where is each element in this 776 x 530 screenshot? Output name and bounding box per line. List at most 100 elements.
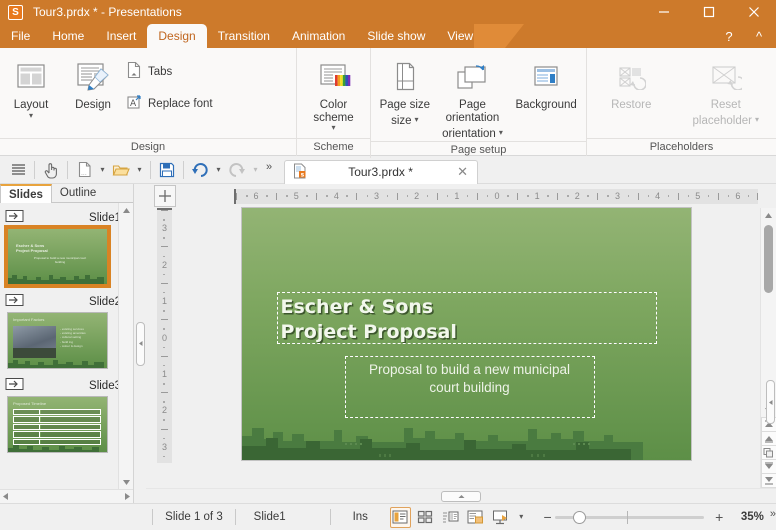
color-scheme-caret-icon[interactable]: ▾ <box>331 124 335 132</box>
notes-view-button[interactable] <box>465 507 486 528</box>
subtitle-placeholder[interactable]: Proposal to build a new municipal court … <box>344 356 595 418</box>
save-icon[interactable] <box>155 158 179 182</box>
slide-thumbnail[interactable]: Proposed Timeline <box>7 396 108 453</box>
slideshow-options-caret-icon[interactable]: ▾ <box>515 507 528 528</box>
slide-panel-hscrollbar[interactable] <box>0 489 133 503</box>
tab-design[interactable]: Design <box>147 24 207 48</box>
editor-vertical-scrollbar[interactable] <box>760 208 776 488</box>
redo-icon[interactable] <box>225 158 249 182</box>
tab-insert[interactable]: Insert <box>95 24 147 48</box>
undo-caret-icon[interactable]: ▾ <box>212 158 225 182</box>
scroll-down-icon[interactable] <box>119 475 134 489</box>
document-tab-label: Tour3.prdx * <box>348 165 413 179</box>
start-slideshow-button[interactable] <box>490 507 511 528</box>
scroll-right-icon[interactable] <box>124 492 131 501</box>
new-document-caret-icon[interactable]: ▾ <box>96 158 109 182</box>
list-item[interactable]: Slide2 Important Factors - existing serv… <box>0 293 133 377</box>
status-overflow-button[interactable]: » <box>770 508 776 520</box>
slide-thumbnail[interactable]: Important Factors - existing services - e… <box>7 312 108 369</box>
color-scheme-icon <box>316 58 352 96</box>
status-bar: Slide 1 of 3 Slide1 Ins ▾ − + 35% » <box>0 503 776 530</box>
toolbar-overflow-button[interactable]: » <box>262 158 276 182</box>
slide-thumbnail-list[interactable]: Slide1 Escher & Sons Project Proposal Pro… <box>0 203 133 503</box>
last-slide-button[interactable] <box>760 473 776 488</box>
slide-thumbnail[interactable]: Escher & Sons Project Proposal Proposal t… <box>4 225 111 288</box>
list-item[interactable]: Slide3 Proposed Timeline <box>0 377 133 461</box>
slide-sorter-view-button[interactable] <box>415 507 436 528</box>
design-button[interactable]: Design <box>62 53 124 112</box>
undo-icon[interactable] <box>188 158 212 182</box>
replace-font-button-label: Replace font <box>148 97 213 110</box>
title-placeholder[interactable]: Escher & Sons Project Proposal <box>276 292 657 344</box>
reset-placeholder-button[interactable]: Reset placeholder ▾ <box>681 53 771 128</box>
splitter-grip[interactable] <box>765 380 775 424</box>
zoom-in-button[interactable]: + <box>712 509 727 525</box>
zoom-slider-knob[interactable] <box>573 510 587 524</box>
touch-mode-icon[interactable] <box>39 158 63 182</box>
maximize-button[interactable] <box>686 0 731 24</box>
minimize-button[interactable] <box>641 0 686 24</box>
editor-horizontal-scrollbar[interactable] <box>146 488 776 503</box>
status-insert-mode[interactable]: Ins <box>331 511 388 523</box>
slide-transition-icon[interactable] <box>5 209 25 226</box>
previous-slide-button[interactable] <box>760 431 776 446</box>
vertical-ruler[interactable]: 3 2 1 0 1 2 3 <box>157 208 172 463</box>
list-item[interactable]: Slide1 Escher & Sons Project Proposal Pro… <box>0 209 133 293</box>
open-folder-caret-icon[interactable]: ▾ <box>133 158 146 182</box>
menu-icon[interactable] <box>6 158 30 182</box>
layout-icon <box>14 58 48 96</box>
slide-panel-tab-outline[interactable]: Outline <box>52 184 104 202</box>
panel-splitter[interactable] <box>134 184 146 503</box>
page-size-caret-icon[interactable]: ▾ <box>415 116 419 124</box>
redo-caret-icon[interactable]: ▾ <box>249 158 262 182</box>
slide-transition-icon[interactable] <box>5 293 25 310</box>
tab-animation[interactable]: Animation <box>281 24 356 48</box>
tab-home[interactable]: Home <box>41 24 95 48</box>
horizontal-ruler[interactable]: 6 5 4 3 2 1 0 1 2 3 4 5 6 <box>234 188 758 204</box>
slide-title-line2: Project Proposal <box>280 321 457 343</box>
open-folder-icon[interactable] <box>109 158 133 182</box>
slide-panel-tab-slides[interactable]: Slides <box>0 184 52 203</box>
color-scheme-button[interactable]: Color scheme ▾ <box>303 53 365 132</box>
zoom-out-button[interactable]: − <box>540 509 555 525</box>
layout-caret-icon[interactable]: ▾ <box>29 112 33 120</box>
help-button[interactable]: ? <box>716 25 742 47</box>
tab-transition[interactable]: Transition <box>207 24 281 48</box>
restore-placeholder-button[interactable]: Restore <box>592 53 670 112</box>
new-document-icon[interactable]: ... <box>72 158 96 182</box>
splitter-grip[interactable] <box>135 321 145 366</box>
page-size-button[interactable]: Page size size ▾ <box>374 53 436 128</box>
tabs-button[interactable]: Tabs <box>124 60 219 83</box>
replace-font-button[interactable]: A Replace font <box>124 92 219 115</box>
scrollbar-thumb[interactable] <box>441 490 481 502</box>
collapse-ribbon-button[interactable]: ^ <box>746 25 772 47</box>
tab-file[interactable]: File <box>0 24 41 48</box>
layout-button[interactable]: Layout ▾ <box>0 53 62 120</box>
normal-view-button[interactable] <box>389 506 411 528</box>
next-slide-button[interactable] <box>760 459 776 474</box>
tab-slide-show[interactable]: Slide show <box>356 24 436 48</box>
document-tab-close-icon[interactable]: ✕ <box>454 164 471 180</box>
outline-view-button[interactable] <box>440 507 461 528</box>
scroll-up-icon[interactable] <box>119 203 133 217</box>
slide-panel-scrollbar[interactable] <box>118 203 133 489</box>
design-button-label: Design <box>75 99 111 111</box>
right-panel-splitter[interactable] <box>764 379 776 425</box>
status-layout-name: Slide1 <box>253 511 286 523</box>
background-button[interactable]: Background <box>509 53 583 112</box>
zoom-slider[interactable] <box>555 510 704 524</box>
slide-canvas[interactable]: Escher & Sons Project Proposal Proposal … <box>241 208 691 460</box>
close-button[interactable] <box>731 0 776 24</box>
page-orientation-caret-icon[interactable]: ▾ <box>499 129 503 137</box>
select-browse-object-button[interactable] <box>760 445 776 460</box>
scrollbar-thumb[interactable] <box>764 225 773 293</box>
slide-transition-icon[interactable] <box>5 377 25 394</box>
scroll-left-icon[interactable] <box>2 492 9 501</box>
ruler-corner-button[interactable] <box>154 185 176 207</box>
scroll-up-icon[interactable] <box>761 208 776 223</box>
document-tab[interactable]: s Tour3.prdx * ✕ <box>284 159 478 184</box>
zoom-level-label[interactable]: 35% <box>727 511 770 523</box>
page-orientation-button[interactable]: Page orientation orientation ▾ <box>441 53 503 141</box>
reset-placeholder-caret-icon[interactable]: ▾ <box>755 116 759 124</box>
slide-canvas-area[interactable]: Escher & Sons Project Proposal Proposal … <box>172 208 760 488</box>
